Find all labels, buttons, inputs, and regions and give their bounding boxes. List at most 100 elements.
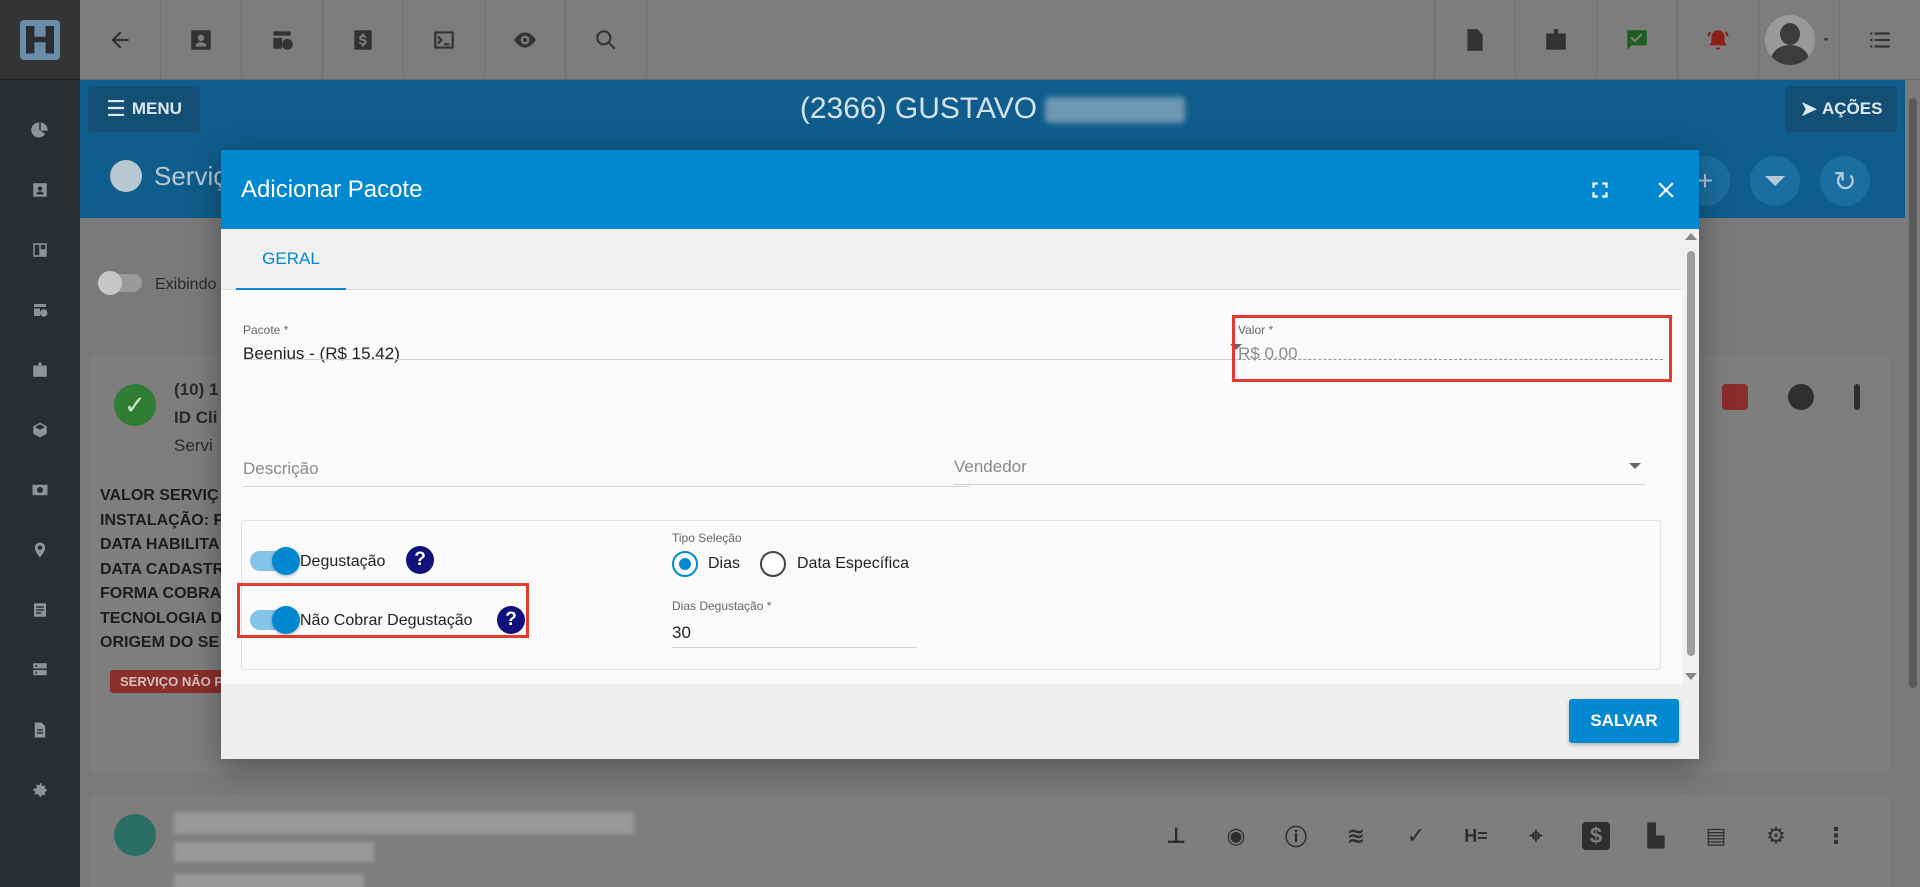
pie-chart-icon [31, 122, 48, 138]
pdf-button[interactable] [1434, 0, 1515, 80]
tab-geral[interactable]: GERAL [236, 229, 346, 290]
bar-chart-icon[interactable]: ▙ [1642, 822, 1670, 850]
spellcheck-icon[interactable]: ✓ [1402, 822, 1430, 850]
note-icon [34, 603, 46, 617]
alerts-button[interactable] [1677, 0, 1758, 80]
dias-degustacao-value: 30 [672, 623, 691, 642]
dialog-body: GERAL Pacote * Beenius - (R$ 15.42) Valo… [221, 229, 1699, 684]
eye-icon [514, 32, 536, 48]
dias-degustacao-label: Dias Degustação * [672, 599, 772, 613]
radio-dias-label: Dias [708, 555, 741, 572]
sidebar-item-notes[interactable] [0, 580, 80, 640]
refresh-button[interactable]: ↻ [1820, 156, 1870, 206]
help-icon[interactable]: ? [406, 546, 434, 574]
degustacao-toggle[interactable] [250, 547, 300, 575]
sidebar-item-dashboard[interactable] [0, 100, 80, 160]
radio-data-especifica-label: Data Específica [797, 555, 910, 572]
dialog-tabs: GERAL [221, 229, 1699, 290]
note-icon[interactable] [1722, 384, 1748, 410]
left-sidebar [0, 0, 80, 887]
tasks-button[interactable] [1596, 0, 1677, 80]
scroll-up-icon[interactable] [1685, 233, 1697, 240]
calendar-button[interactable] [242, 0, 323, 80]
radio-data-especifica[interactable] [760, 551, 786, 577]
finance-button[interactable] [323, 0, 404, 80]
more-vert-icon[interactable] [1854, 384, 1860, 410]
refresh-icon: ↻ [1833, 165, 1857, 197]
sidebar-item-finance[interactable] [0, 460, 80, 520]
exibindo-label: Exibindo [155, 276, 217, 293]
service-card-header: (10) 1 ID Cli Servi [174, 380, 219, 455]
actions-label: AÇÕES [1821, 99, 1883, 118]
view-button[interactable] [485, 0, 566, 80]
vendedor-select[interactable]: Vendedor [954, 451, 1645, 485]
gear-icon[interactable]: ⚙ [1762, 822, 1790, 850]
more-vert-icon[interactable]: ⋮ [1822, 822, 1850, 850]
list-menu-button[interactable] [1839, 0, 1920, 80]
status-badge: SERVIÇO NÃO P [110, 670, 234, 693]
hourglass-icon [114, 814, 156, 856]
vendedor-placeholder: Vendedor [954, 457, 1027, 476]
sidebar-item-settings[interactable] [0, 760, 80, 820]
service-card-actions: ⊥ ◉ ⓘ ≋ ✓ H= ⌖ $ ▙ ▤ ⚙ ⋮ [1162, 822, 1850, 850]
back-button[interactable] [80, 0, 161, 80]
sidebar-item-contacts[interactable] [0, 160, 80, 220]
sidebar-item-servers[interactable] [0, 640, 80, 700]
sidebar-item-id-badge[interactable] [0, 340, 80, 400]
send-icon: ➤ [1799, 96, 1818, 121]
money-icon [32, 484, 48, 496]
exibindo-toggle[interactable] [98, 271, 142, 295]
app-logo[interactable] [0, 0, 80, 80]
terminal-button[interactable] [404, 0, 485, 80]
calendar-clock-icon [273, 31, 293, 50]
check-message-icon [1627, 30, 1647, 50]
sidebar-item-location[interactable] [0, 520, 80, 580]
descricao-field[interactable]: Descrição [243, 453, 969, 487]
cube-icon [33, 422, 47, 438]
search-icon [596, 30, 616, 50]
dialog-title: Adicionar Pacote [241, 175, 423, 203]
filter-button[interactable]: ⏷ [1750, 156, 1800, 206]
pacote-label: Pacote * [243, 323, 289, 337]
dialog-footer: SALVAR [221, 684, 1699, 759]
save-button[interactable]: SALVAR [1569, 699, 1679, 743]
alarm-bell-icon [1707, 30, 1729, 50]
service-card: ⊥ ◉ ⓘ ≋ ✓ H= ⌖ $ ▙ ▤ ⚙ ⋮ [90, 794, 1890, 887]
page-title: Serviç [110, 160, 226, 192]
page-scrollbar-thumb[interactable] [1909, 98, 1917, 688]
actions-button[interactable]: ➤ AÇÕES [1785, 86, 1897, 132]
search-button[interactable] [566, 0, 647, 80]
terminal-icon [434, 31, 454, 49]
id-badge-icon [33, 362, 47, 377]
redacted-text [174, 874, 364, 887]
sidebar-item-documents[interactable] [0, 700, 80, 760]
info-icon[interactable]: ⓘ [1282, 822, 1310, 850]
note-icon[interactable]: ▤ [1702, 822, 1730, 850]
network-tree-icon[interactable]: ⊥ [1162, 822, 1190, 850]
sidebar-item-board[interactable] [0, 220, 80, 280]
location-pin-icon[interactable]: ⌖ [1522, 822, 1550, 850]
text-format-icon[interactable]: H= [1462, 822, 1490, 850]
user-menu-button[interactable] [1758, 0, 1839, 80]
eye-icon[interactable]: ◉ [1222, 822, 1250, 850]
pacote-select[interactable]: Pacote * Beenius - (R$ 15.42) [243, 323, 1246, 363]
highlight-valor [1232, 315, 1672, 382]
dialog-scrollbar[interactable] [1683, 229, 1699, 684]
client-title: (2366) GUSTAVO [80, 92, 1905, 126]
gear-icon[interactable] [1788, 384, 1814, 410]
fullscreen-icon[interactable] [1587, 177, 1613, 203]
sidebar-item-products[interactable] [0, 400, 80, 460]
contacts-button[interactable] [161, 0, 242, 80]
close-icon[interactable] [1653, 177, 1679, 203]
id-badge-button[interactable] [1515, 0, 1596, 80]
dollar-icon[interactable]: $ [1582, 822, 1610, 850]
page-scrollbar[interactable] [1905, 80, 1920, 887]
document-icon [34, 722, 46, 738]
logo-mark-icon [20, 19, 60, 60]
scroll-down-icon[interactable] [1685, 673, 1697, 680]
wifi-icon[interactable]: ≋ [1342, 822, 1370, 850]
radio-dias[interactable] [672, 551, 698, 577]
dialog-scrollbar-thumb[interactable] [1687, 251, 1695, 656]
sidebar-item-schedule[interactable] [0, 280, 80, 340]
dias-degustacao-field[interactable]: Dias Degustação * 30 [672, 599, 917, 648]
